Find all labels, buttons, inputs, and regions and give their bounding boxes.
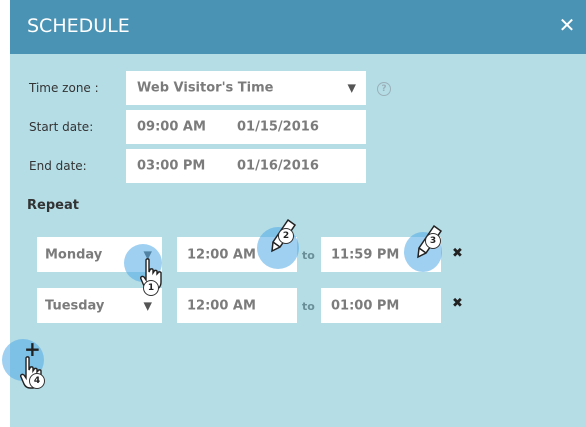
chevron-down-icon: ▼ [347,81,356,95]
end-date-field[interactable]: 03:00 PM 01/16/2016 [126,149,366,183]
timezone-select[interactable]: Web Visitor's Time ▼ [126,71,366,105]
repeat-day-value: Monday [45,247,103,262]
end-time-value: 03:00 PM [137,158,206,174]
schedule-dialog: SCHEDULE ✕ Time zone : Web Visitor's Tim… [2,0,586,427]
step-badge-3: 3 [425,233,441,249]
timezone-label: Time zone : [29,81,99,95]
repeat-from-value: 12:00 AM [187,247,256,262]
timezone-value: Web Visitor's Time [137,80,274,96]
dialog-title: SCHEDULE [27,15,130,37]
start-date-field[interactable]: 09:00 AM 01/15/2016 [126,110,366,144]
start-time-value: 09:00 AM [137,119,206,135]
help-icon[interactable]: ? [377,82,391,96]
repeat-to-value: 01:00 PM [331,298,400,313]
step-badge-4: 4 [29,373,45,389]
end-date-value: 01/16/2016 [237,158,319,174]
chevron-down-icon: ▼ [143,299,152,312]
remove-row-icon[interactable]: ✖ [452,246,463,261]
close-icon[interactable]: ✕ [557,14,577,36]
repeat-day-value: Tuesday [45,298,105,313]
to-label: to [302,249,315,262]
repeat-heading: Repeat [27,198,79,213]
remove-row-icon[interactable]: ✖ [452,296,463,311]
repeat-from-value: 12:00 AM [187,298,256,313]
step-badge-2: 2 [278,228,294,244]
repeat-to-value: 11:59 PM [331,247,400,262]
to-label: to [302,300,315,313]
start-date-value: 01/15/2016 [237,119,319,135]
dialog-header: SCHEDULE ✕ [10,0,586,54]
repeat-to-time-2[interactable]: 01:00 PM [321,288,441,323]
end-date-label: End date: [29,159,87,173]
start-date-label: Start date: [29,120,94,134]
step-badge-1: 1 [143,280,159,296]
repeat-from-time-2[interactable]: 12:00 AM [177,288,297,323]
